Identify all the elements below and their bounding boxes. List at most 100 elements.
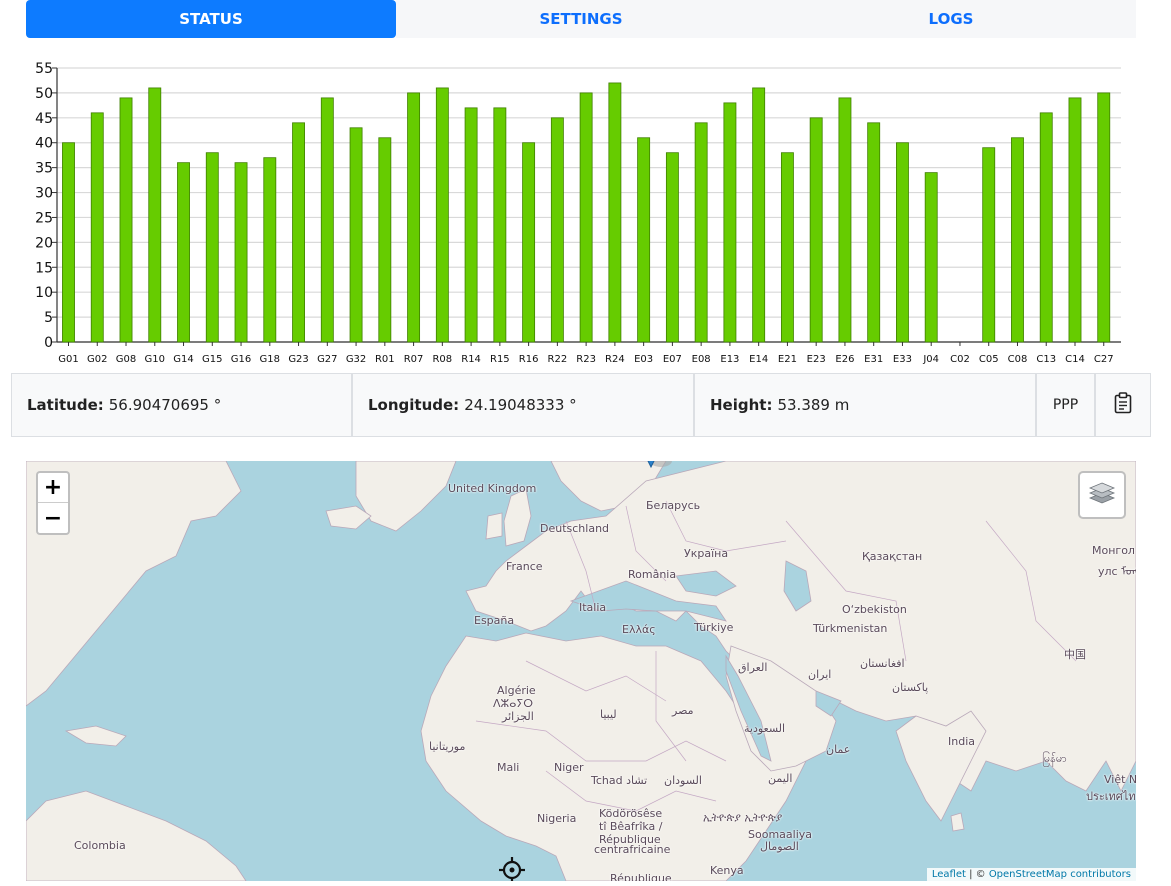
x-tick-label: R15 (490, 354, 510, 365)
map-label-gr: Ελλάς (622, 623, 656, 636)
zoom-out-button[interactable]: − (38, 503, 68, 533)
map-label-ng: Nigeria (537, 812, 577, 825)
latitude-label: Latitude: (27, 396, 104, 414)
x-tick-label: E26 (835, 354, 854, 365)
map-label-ir: ایران (808, 668, 832, 681)
x-tick-label: E14 (749, 354, 768, 365)
tab-settings[interactable]: SETTINGS (396, 0, 766, 38)
bar (493, 107, 507, 343)
bar (234, 162, 248, 343)
map-label-tm: Türkmenistan (813, 622, 888, 635)
x-tick-label: G08 (116, 354, 136, 365)
bar (924, 172, 938, 343)
bar (550, 117, 564, 343)
map-label-kz: Қазақстан (862, 550, 923, 563)
y-tick-label: 55 (35, 61, 53, 77)
map-label-de: Deutschland (540, 522, 610, 535)
y-tick-label: 25 (35, 210, 53, 226)
x-tick-label: G27 (317, 354, 337, 365)
chart-svg: 0 5 10 15 20 25 30 35 40 45 50 55 G01 G02 G08 G10 G14 G15… (35, 61, 1121, 365)
x-tick-label: R16 (519, 354, 539, 365)
x-tick-label: G16 (231, 354, 251, 365)
map-label-in: India (948, 735, 975, 748)
map-label-cg: République (610, 872, 672, 881)
map-label-om: عمان (826, 743, 851, 756)
latitude-value: 56.90470695 ° (108, 396, 222, 414)
map-label-so2: الصومال (760, 840, 799, 853)
map-label-by: Беларусь (646, 499, 701, 512)
zoom-control: + − (36, 471, 70, 535)
bar (435, 87, 449, 343)
x-tick-label: G32 (346, 354, 366, 365)
x-tick-label: R07 (404, 354, 424, 365)
map-marker-icon[interactable] (641, 461, 673, 477)
tab-status[interactable]: STATUS (26, 0, 396, 38)
x-tick-label: R24 (605, 354, 625, 365)
map-label-sd: السودان (664, 774, 702, 787)
map-label-mr: موريتانيا (429, 740, 466, 753)
y-tick-label: 15 (35, 260, 53, 276)
y-tick-label: 5 (44, 310, 53, 326)
tab-bar: STATUS SETTINGS LOGS (26, 0, 1136, 38)
map[interactable]: United Kingdom Deutschland Беларусь Укра… (26, 461, 1136, 881)
signal-strength-chart: 0 5 10 15 20 25 30 35 40 45 50 55 G01 G02 G08 G10 G14 G15… (0, 52, 1171, 370)
map-label-dz3: الجزائر (502, 710, 534, 723)
bar (148, 87, 162, 343)
bar (780, 152, 794, 343)
bar (752, 87, 766, 343)
bar (1097, 92, 1111, 343)
x-tick-label: E03 (634, 354, 653, 365)
x-tick-label: C05 (979, 354, 999, 365)
fix-mode-cell: PPP (1037, 374, 1096, 436)
y-tick-label: 30 (35, 186, 53, 202)
x-tick-label: C13 (1036, 354, 1056, 365)
zoom-in-button[interactable]: + (38, 473, 68, 503)
x-tick-label: R08 (432, 354, 452, 365)
longitude-cell: Longitude: 24.19048333 ° (353, 374, 695, 436)
crosshair-icon[interactable] (499, 857, 525, 881)
bar (292, 122, 305, 343)
x-tick-label: R01 (375, 354, 395, 365)
bar (723, 102, 737, 343)
bar (579, 92, 593, 343)
x-tick-label: G10 (145, 354, 165, 365)
map-attribution: Leaflet | © OpenStreetMap contributors (926, 868, 1136, 881)
map-label-vn: Việt N (1104, 773, 1136, 786)
osm-link[interactable]: OpenStreetMap contributors (989, 869, 1131, 880)
fix-mode-value: PPP (1052, 397, 1079, 413)
map-label-ke: Kenya (710, 864, 744, 877)
position-bar: Latitude: 56.90470695 ° Longitude: 24.19… (11, 373, 1151, 437)
x-tick-label: C14 (1065, 354, 1085, 365)
map-label-cf2: tî Bêafrîka / (599, 820, 663, 833)
x-tick-label: C08 (1008, 354, 1028, 365)
leaflet-link[interactable]: Leaflet (932, 869, 966, 880)
map-label-fr: France (506, 560, 543, 573)
x-tick-label: G18 (260, 354, 280, 365)
map-label-iq: العراق (738, 661, 768, 674)
map-label-ly: ليبيا (600, 708, 617, 721)
tab-logs[interactable]: LOGS (766, 0, 1136, 38)
map-label-co: Colombia (74, 839, 126, 852)
map-label-eg: مصر (672, 704, 694, 717)
layers-icon (1088, 479, 1116, 511)
x-tick-label: G02 (87, 354, 107, 365)
layers-button[interactable] (1078, 471, 1126, 519)
longitude-label: Longitude: (368, 396, 460, 414)
bar (1068, 97, 1082, 343)
x-tick-label: G01 (58, 354, 78, 365)
x-tick-label: G15 (202, 354, 222, 365)
y-tick-label: 35 (35, 161, 53, 177)
attribution-separator: | © (965, 869, 989, 880)
x-tick-label: E07 (663, 354, 682, 365)
map-label-cn: 中国 (1064, 648, 1086, 661)
map-label-td: Tchad تشاد (591, 774, 648, 787)
bar (62, 142, 75, 343)
map-label-ml: Mali (497, 761, 520, 774)
x-tick-label: R22 (548, 354, 568, 365)
copy-position-button[interactable] (1096, 374, 1150, 436)
bar (205, 152, 219, 343)
bar (982, 147, 996, 343)
bar (809, 117, 823, 343)
map-label-cf4: centrafricaine (594, 843, 671, 856)
map-label-ro: România (628, 568, 677, 581)
